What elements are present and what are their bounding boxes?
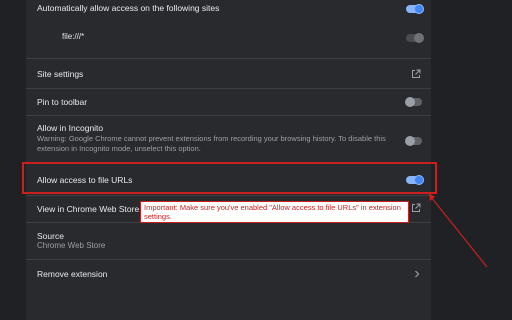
annotation-arrow [429,193,488,268]
